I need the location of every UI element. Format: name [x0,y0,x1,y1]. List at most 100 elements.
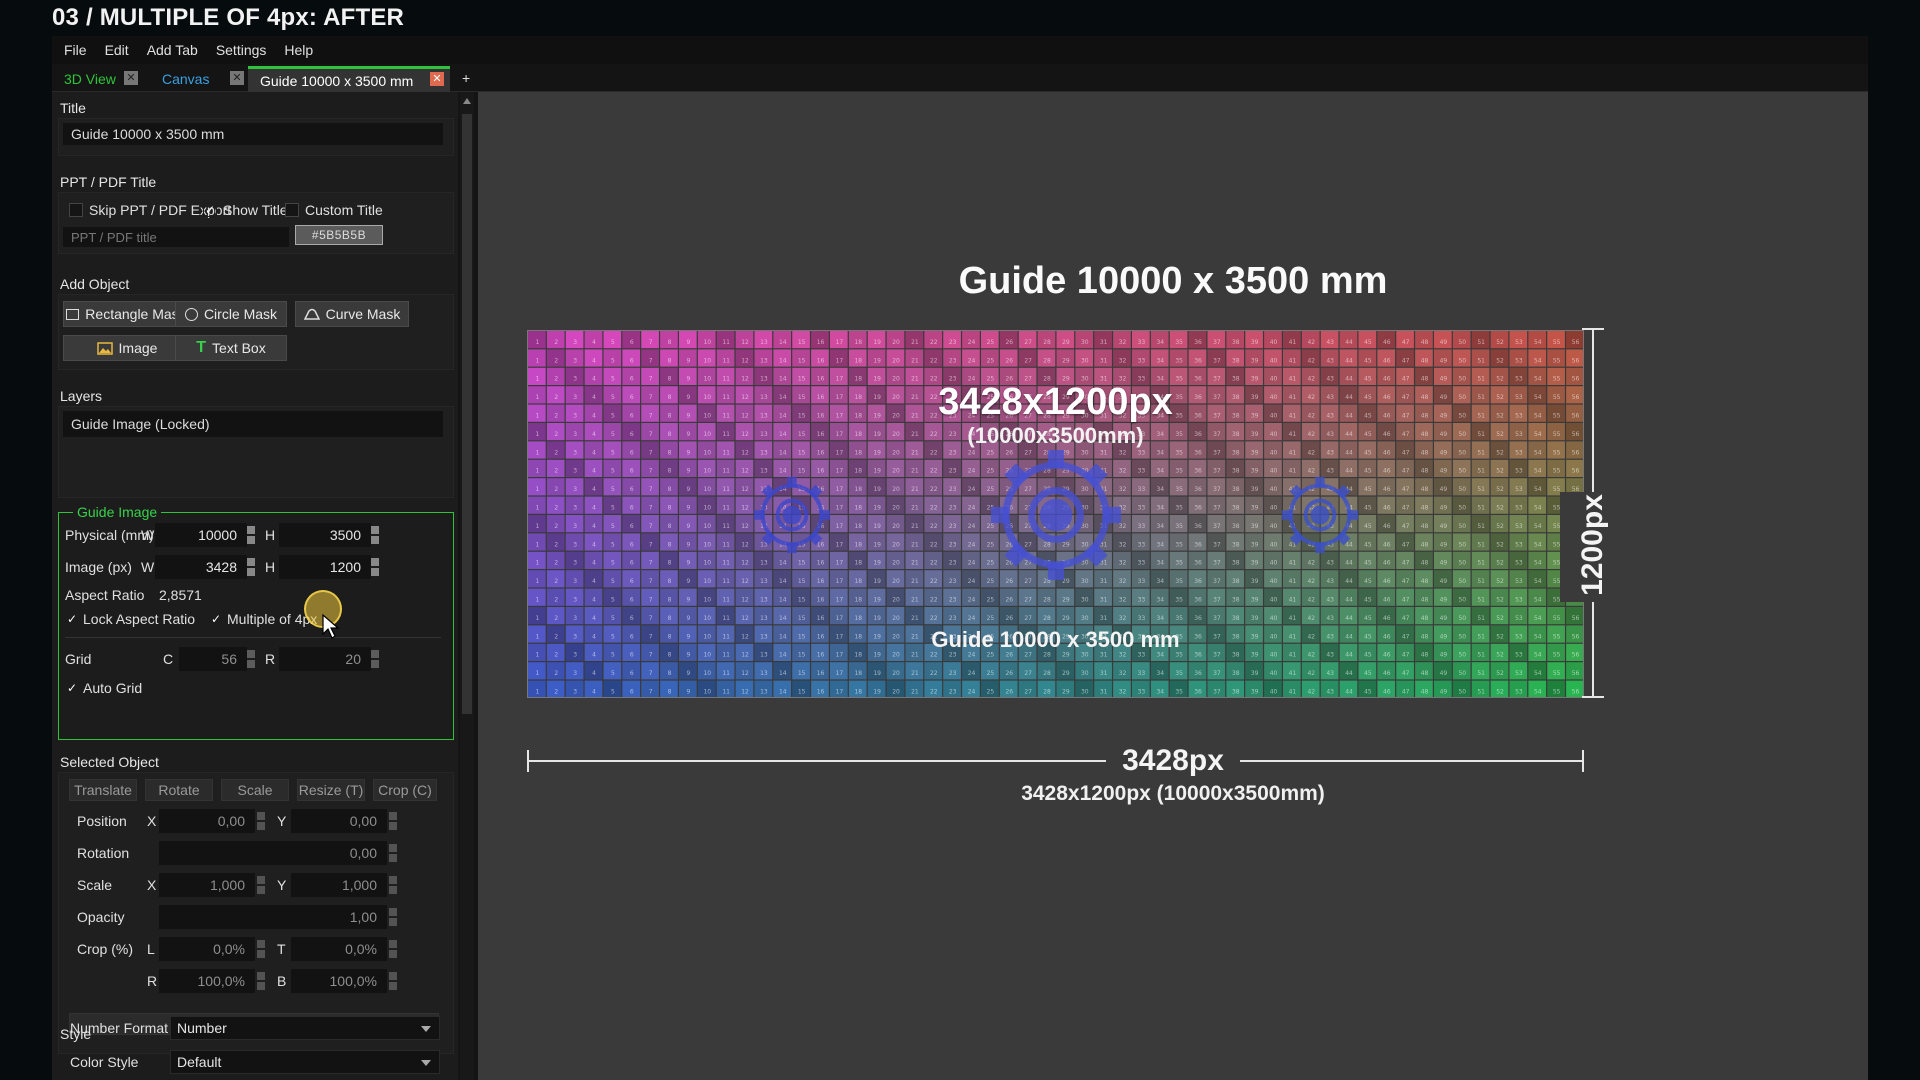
svg-text:52: 52 [1496,523,1504,530]
svg-text:8: 8 [668,578,672,585]
svg-text:53: 53 [1515,504,1523,511]
rotation-stepper[interactable] [389,843,397,863]
menu-file[interactable]: File [64,42,87,58]
ppt-title-input[interactable]: PPT / PDF title [63,227,289,247]
svg-text:39: 39 [1251,596,1259,603]
svg-text:10: 10 [703,339,711,346]
image-width-stepper[interactable] [247,557,255,577]
color-style-select[interactable]: Default [170,1050,440,1074]
svg-text:33: 33 [1138,560,1146,567]
physical-height-stepper[interactable] [371,525,379,545]
scale-button[interactable]: Scale [221,779,289,801]
skip-export-checkbox[interactable] [69,203,83,217]
position-y-stepper[interactable] [389,811,397,831]
grid-rows-input[interactable]: 20 [279,647,371,671]
menu-help[interactable]: Help [284,42,313,58]
ppt-color-swatch[interactable]: #5B5B5B [295,225,383,245]
multiple-4px-checkbox[interactable]: ✓ [209,612,223,626]
show-title-checkbox[interactable]: ✓ [203,203,217,217]
translate-button[interactable]: Translate [69,779,137,801]
svg-text:35: 35 [1175,523,1183,530]
scale-y-stepper[interactable] [389,875,397,895]
svg-text:18: 18 [854,523,862,530]
grid-columns-input[interactable]: 56 [179,647,247,671]
position-x-input[interactable]: 0,00 [159,809,255,833]
text-box-button[interactable]: T Text Box [175,335,287,361]
close-icon[interactable]: ✕ [124,71,138,85]
crop-bottom-stepper[interactable] [389,971,397,991]
svg-text:14: 14 [779,339,787,346]
svg-text:23: 23 [949,339,957,346]
scale-y-input[interactable]: 1,000 [291,873,387,897]
number-format-select[interactable]: Number [170,1016,440,1040]
image-height-stepper[interactable] [371,557,379,577]
crop-top-input[interactable]: 0,0% [291,937,387,961]
crop-top-stepper[interactable] [389,939,397,959]
svg-text:17: 17 [836,504,844,511]
scrollbar-thumb[interactable] [462,114,472,714]
canvas-viewport[interactable]: Guide 10000 x 3500 mm 1 2 3 4 5 6 7 8 9 10 11 12 13 1… [478,92,1868,1080]
crop-left-stepper[interactable] [257,939,265,959]
crop-button[interactable]: Crop (C) [373,779,437,801]
close-icon[interactable]: ✕ [430,72,444,86]
crop-bottom-input[interactable]: 100,0% [291,969,387,993]
image-button[interactable]: Image [63,335,191,361]
add-tab-button[interactable]: + [462,70,470,86]
image-height-input[interactable]: 1200 [279,555,371,579]
svg-text:41: 41 [1289,468,1297,475]
svg-text:39: 39 [1251,449,1259,456]
svg-text:25: 25 [987,449,995,456]
title-input[interactable]: Guide 10000 x 3500 mm [63,123,443,145]
tab-guide[interactable]: Guide 10000 x 3500 mm ✕ [248,66,450,92]
resize-button[interactable]: Resize (T) [297,779,365,801]
opacity-stepper[interactable] [389,907,397,927]
scroll-up-icon[interactable] [463,98,471,104]
svg-text:8: 8 [668,486,672,493]
menu-settings[interactable]: Settings [216,42,267,58]
grid-rows-stepper[interactable] [371,649,379,669]
panel-scrollbar[interactable] [460,92,474,1080]
grid-columns-stepper[interactable] [247,649,255,669]
rectangle-mask-button[interactable]: Rectangle Mask [63,301,189,327]
circle-mask-button[interactable]: Circle Mask [175,301,287,327]
tab-canvas[interactable]: Canvas ✕ [144,66,248,92]
opacity-input[interactable]: 1,00 [159,905,387,929]
svg-text:3: 3 [573,449,577,456]
guide-image[interactable]: 1 2 3 4 5 6 7 8 9 10 11 12 13 14 15 16 17 18 19 20 21 22 23 24 2… [527,330,1584,698]
close-icon[interactable]: ✕ [230,71,244,85]
rotation-input[interactable]: 0,00 [159,841,387,865]
svg-text:23: 23 [949,541,957,548]
scale-x-stepper[interactable] [257,875,265,895]
svg-text:53: 53 [1515,578,1523,585]
rotate-button[interactable]: Rotate [145,779,213,801]
svg-text:31: 31 [1100,596,1108,603]
position-x-stepper[interactable] [257,811,265,831]
scale-x-input[interactable]: 1,000 [159,873,255,897]
menu-edit[interactable]: Edit [105,42,129,58]
svg-text:38: 38 [1232,486,1240,493]
curve-mask-button[interactable]: Curve Mask [295,301,409,327]
layer-item[interactable]: Guide Image (Locked) [63,411,443,437]
title-box: Guide 10000 x 3500 mm [58,118,454,156]
crop-right-stepper[interactable] [257,971,265,991]
image-width-input[interactable]: 3428 [155,555,247,579]
tab-3d-view[interactable]: 3D View ✕ [52,66,144,92]
svg-text:5: 5 [611,596,615,603]
position-y-input[interactable]: 0,00 [291,809,387,833]
custom-title-checkbox[interactable] [285,203,299,217]
menu-add-tab[interactable]: Add Tab [147,42,198,58]
crop-right-input[interactable]: 100,0% [159,969,255,993]
physical-height-input[interactable]: 3500 [279,523,371,547]
svg-text:28: 28 [1043,339,1051,346]
lock-aspect-checkbox[interactable]: ✓ [65,612,79,626]
svg-text:7: 7 [649,357,653,364]
crop-left-input[interactable]: 0,0% [159,937,255,961]
svg-text:24: 24 [968,468,976,475]
svg-text:52: 52 [1496,357,1504,364]
svg-text:38: 38 [1232,615,1240,622]
svg-text:15: 15 [798,357,806,364]
physical-width-stepper[interactable] [247,525,255,545]
physical-width-input[interactable]: 10000 [155,523,247,547]
auto-grid-checkbox[interactable]: ✓ [65,681,79,695]
svg-text:34: 34 [1156,688,1164,695]
